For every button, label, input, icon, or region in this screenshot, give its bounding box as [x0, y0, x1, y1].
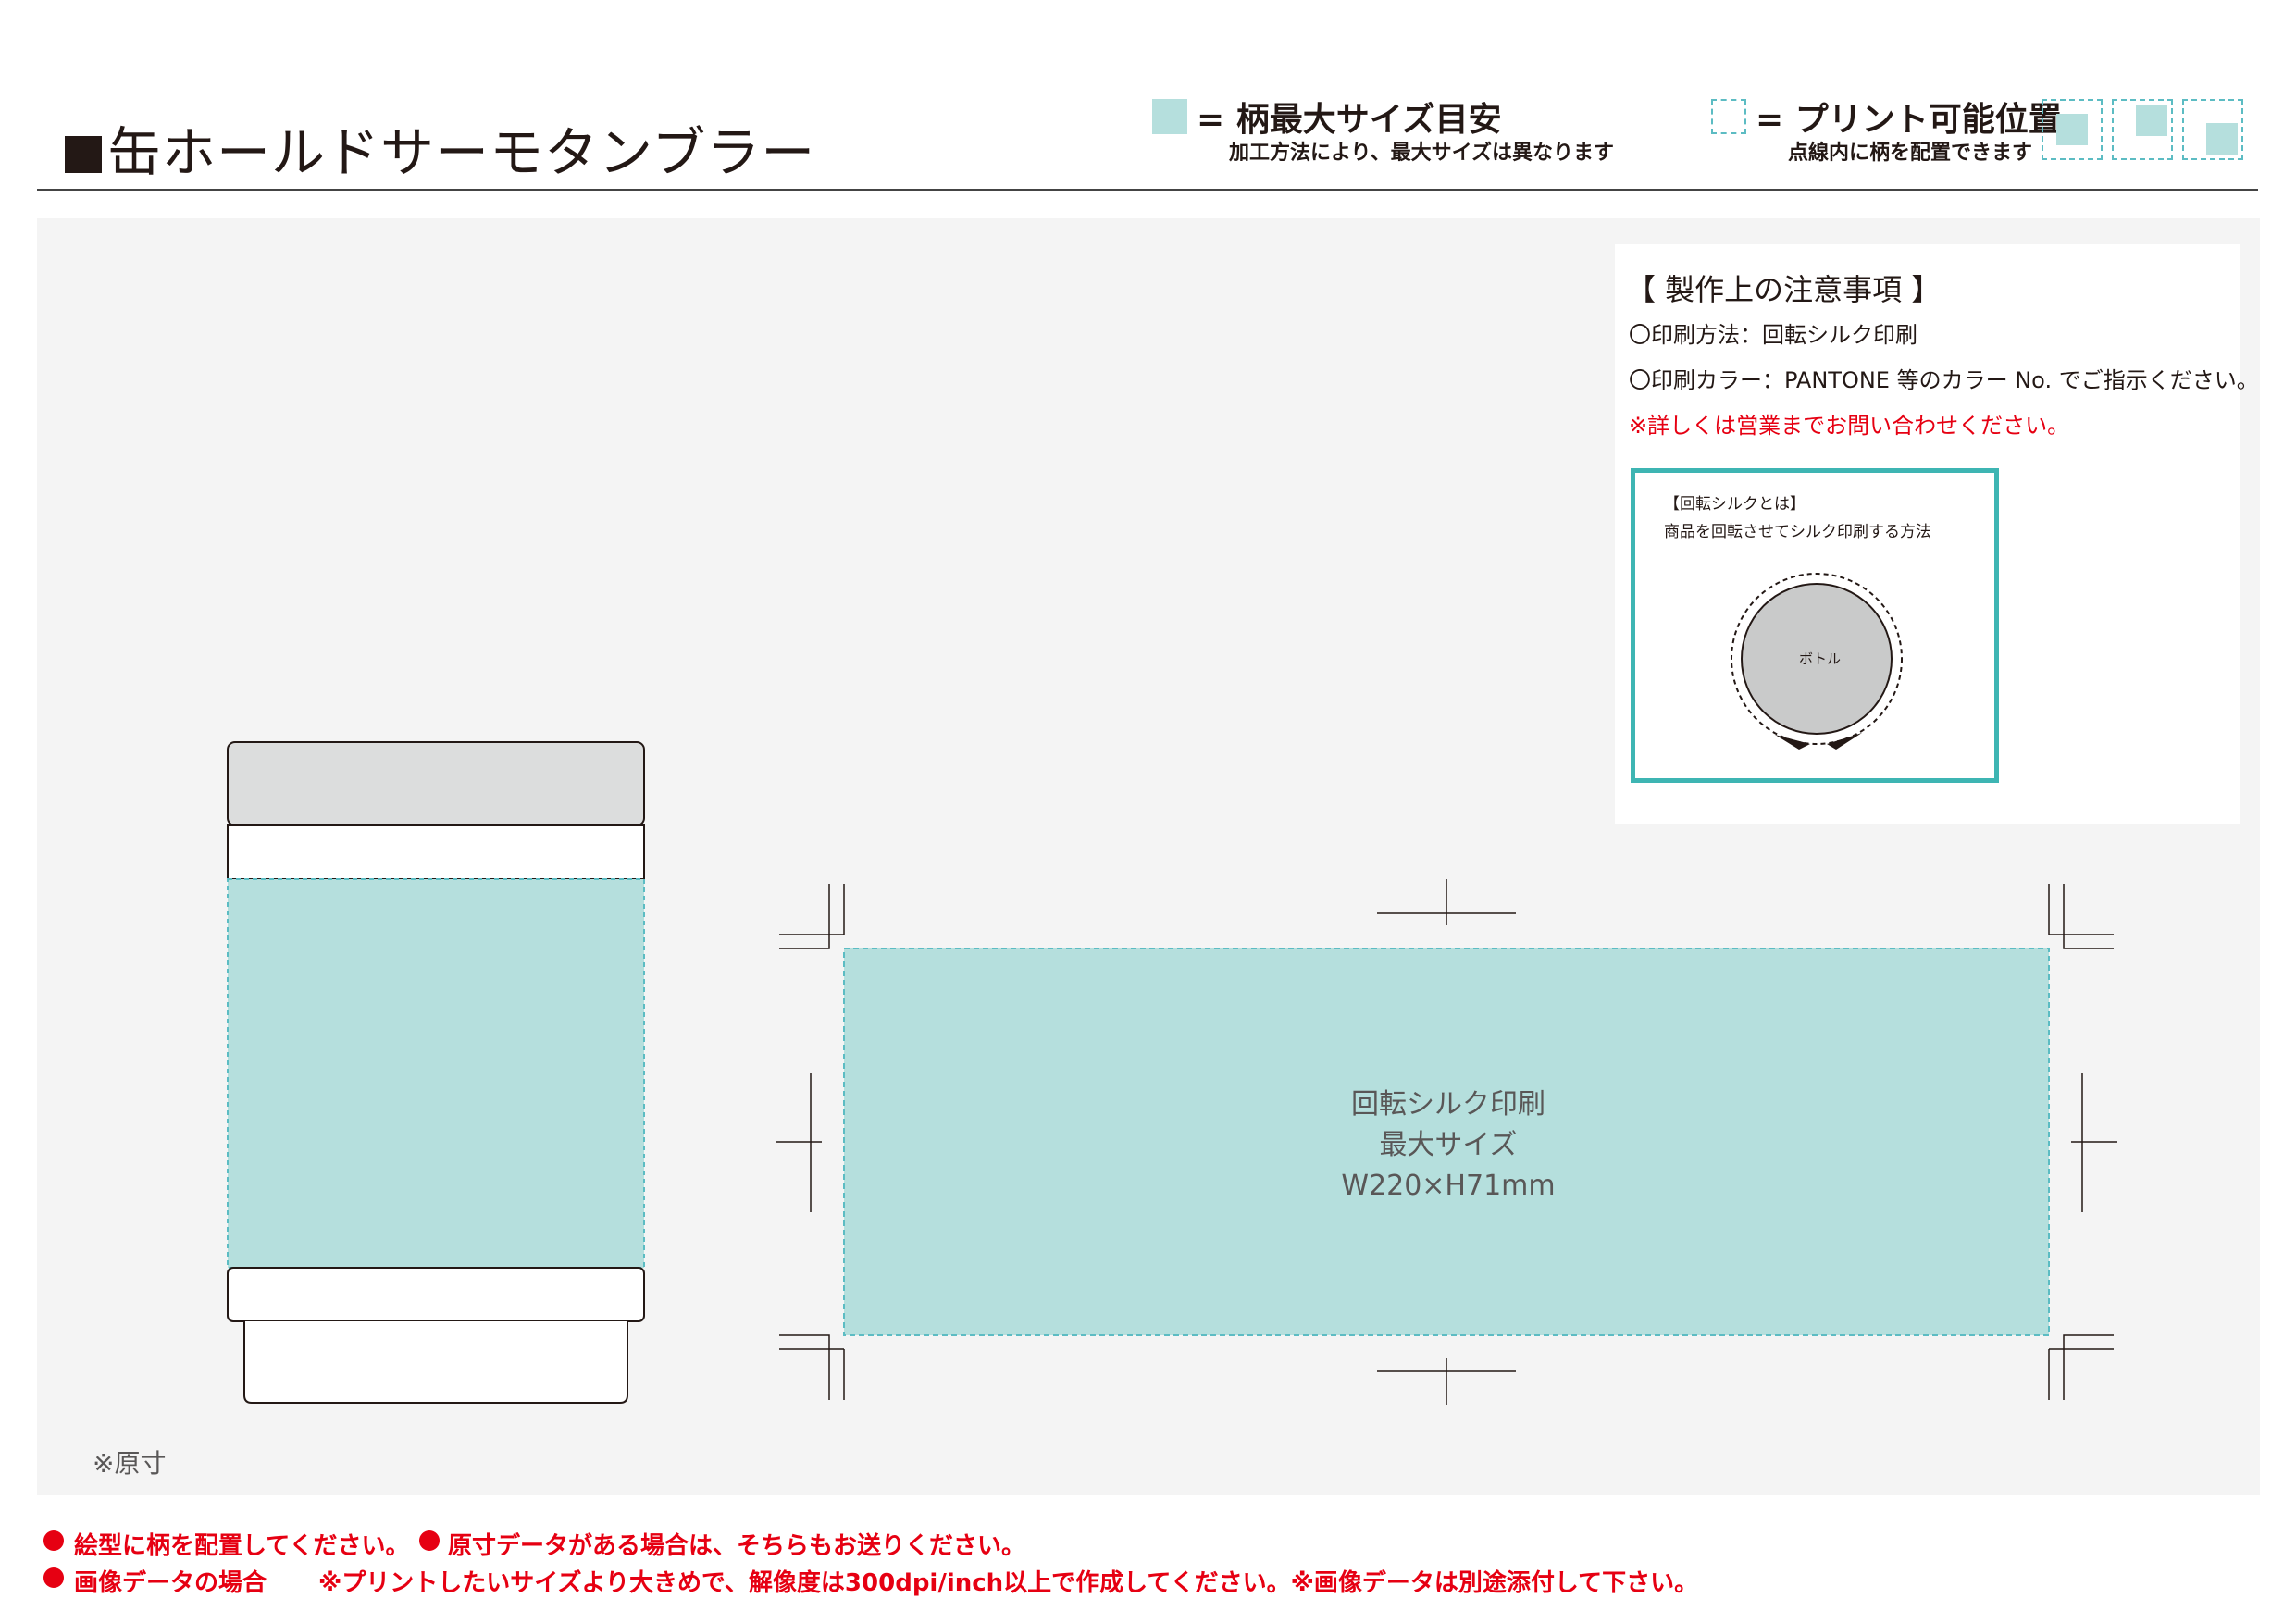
tumbler-outline	[227, 741, 645, 1404]
tumbler-lower-band	[227, 1267, 645, 1322]
rotation-arrow-right-icon	[1827, 733, 1862, 750]
bullet-icon	[419, 1530, 440, 1551]
rotation-arrow-left-icon	[1775, 735, 1810, 750]
bullet-icon	[43, 1530, 64, 1551]
footer-instruction-2: 原寸データがある場合は、そちらもお送りください。	[448, 1532, 1026, 1560]
footer-image-data-label: 画像データの場合	[74, 1569, 267, 1597]
dimensions-text: W220×H71mm	[1341, 1170, 1556, 1202]
drawing-layer	[43, 573, 2117, 1588]
tumbler-print-area	[227, 878, 645, 1269]
tumbler-upper-band	[227, 824, 645, 880]
footer-instruction-1: 絵型に柄を配置してください。	[74, 1532, 410, 1560]
bullet-icon	[43, 1567, 64, 1588]
footer-image-data-instruction: ※プリントしたいサイズより大きめで、解像度は300dpi/inch以上で作成して…	[318, 1569, 1699, 1597]
print-area-label: 回転シルク印刷 最大サイズ W220×H71mm	[1263, 1084, 1633, 1207]
bottle-label: ボトル	[1799, 650, 1842, 667]
print-method-text: 回転シルク印刷	[1351, 1088, 1545, 1121]
tumbler-lid	[227, 741, 645, 826]
actual-size-note: ※原寸	[93, 1448, 167, 1479]
max-size-text: 最大サイズ	[1379, 1129, 1518, 1161]
tumbler-base	[243, 1321, 628, 1404]
